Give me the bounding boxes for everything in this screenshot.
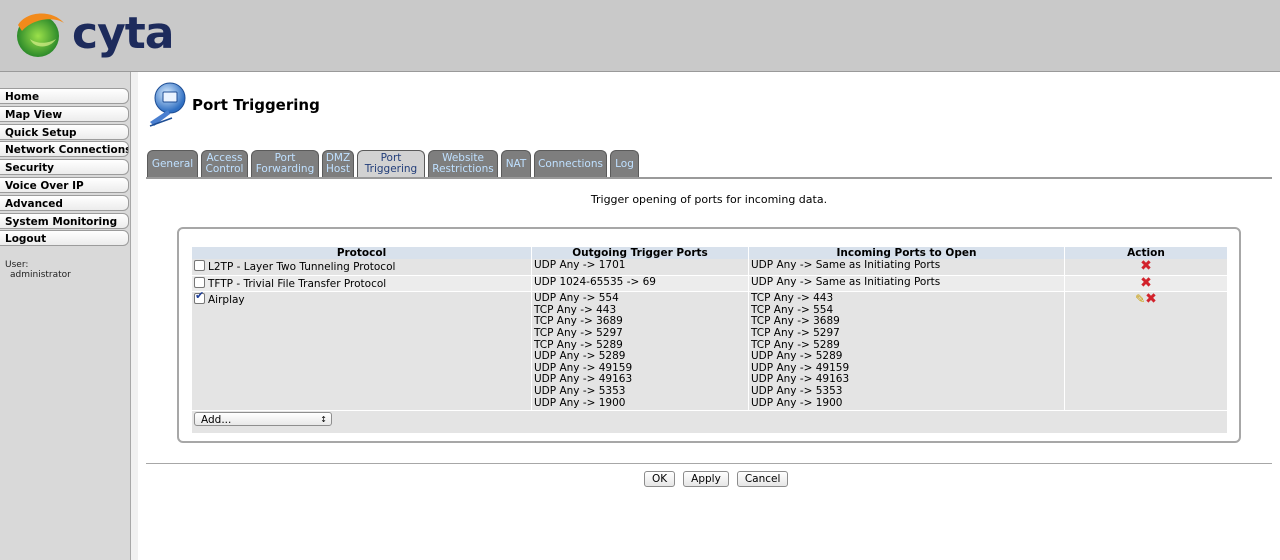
delete-x-icon[interactable]: ✖ [1140,259,1152,273]
table-row: TFTP - Trivial File Transfer Protocol UDP… [192,275,1228,293]
sidebar-item-logout[interactable]: Logout [0,230,129,247]
sidebar-item-network-connections[interactable]: Network Connections [0,141,129,158]
sidebar-item-advanced[interactable]: Advanced [0,194,129,211]
sidebar-item-quick-setup[interactable]: Quick Setup [0,123,129,140]
user-info: User: administrator [5,260,71,280]
tab-port-triggering[interactable]: Port Triggering [357,150,425,177]
action-cell: ✖ [1064,275,1228,293]
incoming-port-entry: UDP Any -> Same as Initiating Ports [751,259,941,271]
tab-website-restrictions-label: Website Restrictions [432,153,493,175]
sidebar-item-voice-over-ip[interactable]: Voice Over IP [0,176,129,193]
incoming-port-entry: TCP Any -> 5297 [751,326,840,339]
header-outgoing: Outgoing Trigger Ports [531,247,749,259]
tab-website-restrictions[interactable]: Website Restrictions [428,150,498,177]
tab-access-control[interactable]: Access Control [201,150,248,177]
tab-nat-label: NAT [505,157,527,170]
top-header: cyta [0,0,1280,72]
action-cell: ✖ [1064,259,1228,276]
sidebar-item-home[interactable]: Home [0,88,129,104]
incoming-port-entry: UDP Any -> 5353 [751,384,843,397]
tab-log-label: Log [615,157,634,170]
outgoing-port-entry: TCP Any -> 5297 [534,326,623,339]
tab-label-line2: Forwarding [255,163,315,175]
header-incoming: Incoming Ports to Open [748,247,1065,259]
header-protocol: Protocol [192,247,532,259]
table-header-row: Protocol Outgoing Trigger Ports Incoming… [192,247,1228,259]
outgoing-port-entry: UDP Any -> 1701 [534,259,626,271]
tab-port-forwarding[interactable]: Port Forwarding [251,150,319,177]
add-cell: Add... [192,410,1228,435]
pencil-edit-icon[interactable]: ✎ [1135,293,1145,305]
port-trigger-table: Protocol Outgoing Trigger Ports Incoming… [192,247,1228,435]
rule-enabled-checkbox[interactable] [194,260,205,271]
cyta-logo: cyta [12,6,174,62]
protocol-cell: Airplay [192,290,532,412]
incoming-port-entry: UDP Any -> 1900 [751,396,843,409]
tab-nat[interactable]: NAT [501,150,531,177]
ok-button[interactable]: OK [644,471,676,487]
table-row: Airplay UDP Any -> 554TCP Any -> 443TCP A… [192,290,1228,412]
tab-underline [146,177,1272,179]
delete-x-icon[interactable]: ✖ [1145,292,1157,306]
protocol-cell: TFTP - Trivial File Transfer Protocol [192,275,532,293]
page-intro: Trigger opening of ports for incoming da… [590,193,828,206]
cancel-button[interactable]: Cancel [736,471,789,487]
table-row: L2TP - Layer Two Tunneling Protocol UDP A… [192,259,1228,276]
delete-x-icon[interactable]: ✖ [1140,276,1152,290]
tab-bar: General Access Control Port Forwarding DMZ… [147,150,639,178]
tab-port-forwarding-label: Port Forwarding [256,153,314,175]
rule-enabled-checkbox[interactable] [194,290,205,305]
tab-label-line2: Host [326,163,350,175]
sidebar-item-security[interactable]: Security [0,159,129,176]
add-row: Add... [192,410,1228,435]
sidebar-nav: Home Map View Quick Setup Network Connec… [0,88,130,248]
apply-button[interactable]: Apply [683,471,729,487]
tab-access-control-label: Access Control [206,153,244,175]
table-body: L2TP - Layer Two Tunneling Protocol UDP A… [192,259,1228,412]
tab-connections[interactable]: Connections [534,150,607,177]
tab-dmz-host-label: DMZ Host [326,153,350,175]
incoming-ports-cell: TCP Any -> 443 TCP Any -> 554 TCP Any -> 3… [748,291,1065,412]
outgoing-port-entry: UDP Any -> 5289 [534,350,626,363]
cyta-swirl-icon [17,13,64,57]
outgoing-ports-cell: UDP Any -> 1701 [531,259,749,276]
tab-general-label: General [151,157,194,170]
add-rule-select[interactable]: Add... [194,412,332,427]
incoming-ports-cell: UDP Any -> Same as Initiating Ports [748,259,1065,276]
incoming-ports-cell: UDP Any -> Same as Initiating Ports [748,275,1065,293]
action-cell: ✎✖ [1064,291,1228,412]
user-label: User: [5,260,29,270]
outgoing-port-entry: UDP Any -> 5353 [534,384,626,397]
outgoing-ports-cell: UDP 1024-65535 -> 69 [531,275,749,293]
tab-log[interactable]: Log [610,150,639,177]
outgoing-port-entry: UDP Any -> 1900 [534,396,626,409]
protocol-cell: L2TP - Layer Two Tunneling Protocol [192,259,532,276]
tab-label-line2: Triggering [364,163,418,175]
rule-enabled-checkbox[interactable] [194,276,205,288]
incoming-port-entry: UDP Any -> 5289 [751,350,843,363]
form-buttons: OK Apply Cancel [644,471,789,487]
sidebar-item-system-monitoring[interactable]: System Monitoring [0,212,129,229]
port-triggering-globe-icon [149,82,186,127]
tab-connections-label: Connections [538,157,603,170]
sidebar-divider [131,72,138,560]
tab-dmz-host[interactable]: DMZ Host [322,150,354,177]
outgoing-port-entry: UDP 1024-65535 -> 69 [534,275,656,288]
protocol-name: TFTP - Trivial File Transfer Protocol [208,277,387,290]
tab-general[interactable]: General [147,150,198,177]
tab-port-triggering-label: Port Triggering [365,153,417,175]
protocol-name: Airplay [208,294,245,307]
tab-label-line2: Restrictions [432,163,494,175]
sidebar-item-map-view[interactable]: Map View [0,105,129,122]
sidebar: Home Map View Quick Setup Network Connec… [0,72,131,560]
incoming-port-entry: UDP Any -> Same as Initiating Ports [751,275,941,288]
section-divider [146,463,1272,464]
outgoing-ports-cell: UDP Any -> 554 TCP Any -> 443 TCP Any -> 3… [531,291,749,412]
page-title: Port Triggering [192,96,320,114]
brand-name: cyta [72,8,174,59]
protocol-name: L2TP - Layer Two Tunneling Protocol [208,261,396,273]
tab-label-line2: Control [205,163,244,175]
user-name: administrator [10,270,71,280]
